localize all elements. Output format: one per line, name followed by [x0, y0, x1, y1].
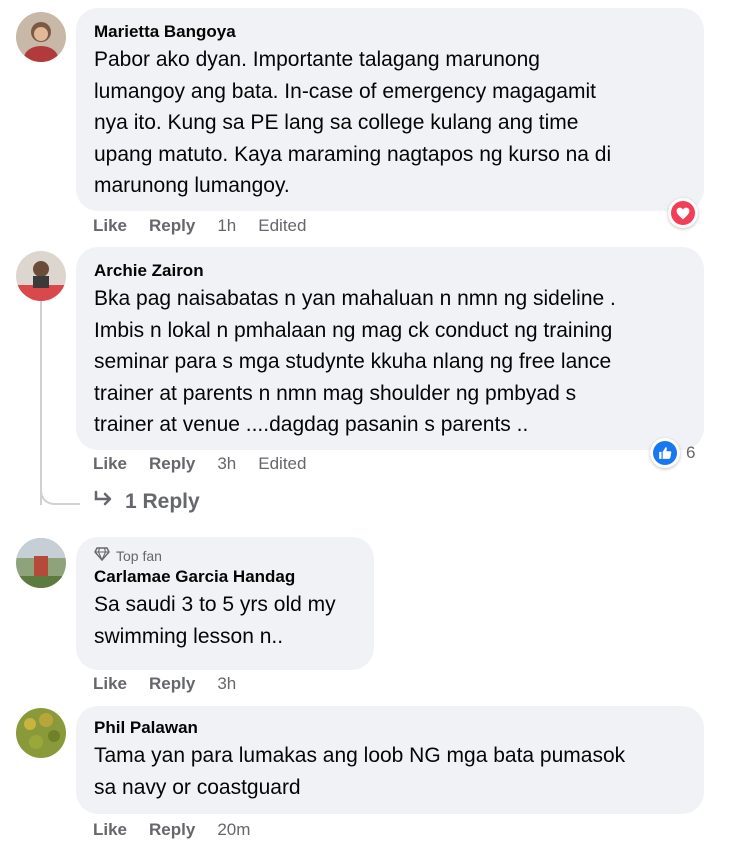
- comment-line: Tama yan para lumakas ang loob NG mga ba…: [94, 744, 626, 767]
- edited-label: Edited: [258, 454, 307, 473]
- like-button[interactable]: Like: [93, 454, 127, 474]
- reply-button[interactable]: Reply: [149, 216, 195, 236]
- edited-label: Edited: [258, 216, 307, 235]
- replies-count-label: 1 Reply: [125, 490, 200, 513]
- timestamp[interactable]: 1h: [217, 216, 236, 236]
- view-replies-link[interactable]: 1 Reply: [93, 490, 200, 514]
- top-fan-badge: Top fan: [94, 547, 356, 565]
- reply-button[interactable]: Reply: [149, 454, 195, 474]
- reaction-count: 6: [686, 443, 696, 462]
- comment-bubble: Marietta Bangoya Pabor ako dyan. Importa…: [76, 8, 704, 211]
- comment-author[interactable]: Carlamae Garcia Handag: [94, 565, 356, 589]
- comment-line: swimming lesson n..: [94, 624, 284, 648]
- comment-actions: Like Reply 3h Edited: [93, 454, 306, 474]
- comment-bubble: Phil Palawan Tama yan para lumakas ang l…: [76, 706, 704, 814]
- avatar[interactable]: [16, 538, 66, 588]
- like-button[interactable]: Like: [93, 216, 127, 236]
- comment-line: Imbis n lokal n pmhalaan ng mag ck condu…: [94, 318, 613, 342]
- comment-actions: Like Reply 3h: [93, 674, 236, 694]
- comment-line: marunong lumangoy.: [94, 174, 290, 197]
- comment-line: nya ito. Kung sa PE lang sa college kula…: [94, 111, 579, 134]
- comment-actions: Like Reply 1h Edited: [93, 216, 306, 236]
- thread-connector-curve: [40, 460, 80, 505]
- avatar[interactable]: [16, 251, 66, 301]
- comment-line: Sa saudi 3 to 5 yrs old my: [94, 593, 336, 616]
- comment-line: trainer at venue ....dagdag pasanin s pa…: [94, 413, 529, 436]
- reaction-summary[interactable]: [668, 198, 698, 228]
- timestamp[interactable]: 3h: [217, 674, 236, 694]
- comment-author[interactable]: Phil Palawan: [94, 716, 686, 740]
- comment-line: lumangoy ang bata. In-case of emergency …: [94, 79, 596, 103]
- like-button[interactable]: Like: [93, 820, 127, 840]
- avatar[interactable]: [16, 708, 66, 758]
- like-button[interactable]: Like: [93, 674, 127, 694]
- comment-author[interactable]: Archie Zairon: [94, 259, 686, 283]
- comment-line: trainer at parents n nmn mag shoulder ng…: [94, 381, 577, 405]
- reply-button[interactable]: Reply: [149, 674, 195, 694]
- comment-bubble: Top fan Carlamae Garcia Handag Sa saudi …: [76, 537, 374, 670]
- comment-actions: Like Reply 20m: [93, 820, 250, 840]
- top-fan-label: Top fan: [116, 548, 162, 564]
- comment-line: upang matuto. Kaya maraming nagtapos ng …: [94, 142, 612, 166]
- comment-line: Bka pag naisabatas n yan mahaluan n nmn …: [94, 287, 616, 310]
- reaction-summary[interactable]: 6: [650, 438, 695, 468]
- thumbs-up-icon: [653, 441, 677, 465]
- avatar[interactable]: [16, 12, 66, 62]
- timestamp[interactable]: 20m: [217, 820, 250, 840]
- comment-bubble: Archie Zairon Bka pag naisabatas n yan m…: [76, 247, 704, 450]
- timestamp[interactable]: 3h: [217, 454, 236, 474]
- comment-author[interactable]: Marietta Bangoya: [94, 20, 686, 44]
- reply-arrow-icon: [93, 490, 115, 514]
- heart-icon: [671, 201, 695, 225]
- diamond-icon: [94, 547, 110, 565]
- comment-line: sa navy or coastguard: [94, 775, 301, 799]
- comment-line: Pabor ako dyan. Importante talagang maru…: [94, 48, 540, 71]
- reply-button[interactable]: Reply: [149, 820, 195, 840]
- comment-line: seminar para s mga studynte kkuha nlang …: [94, 350, 612, 373]
